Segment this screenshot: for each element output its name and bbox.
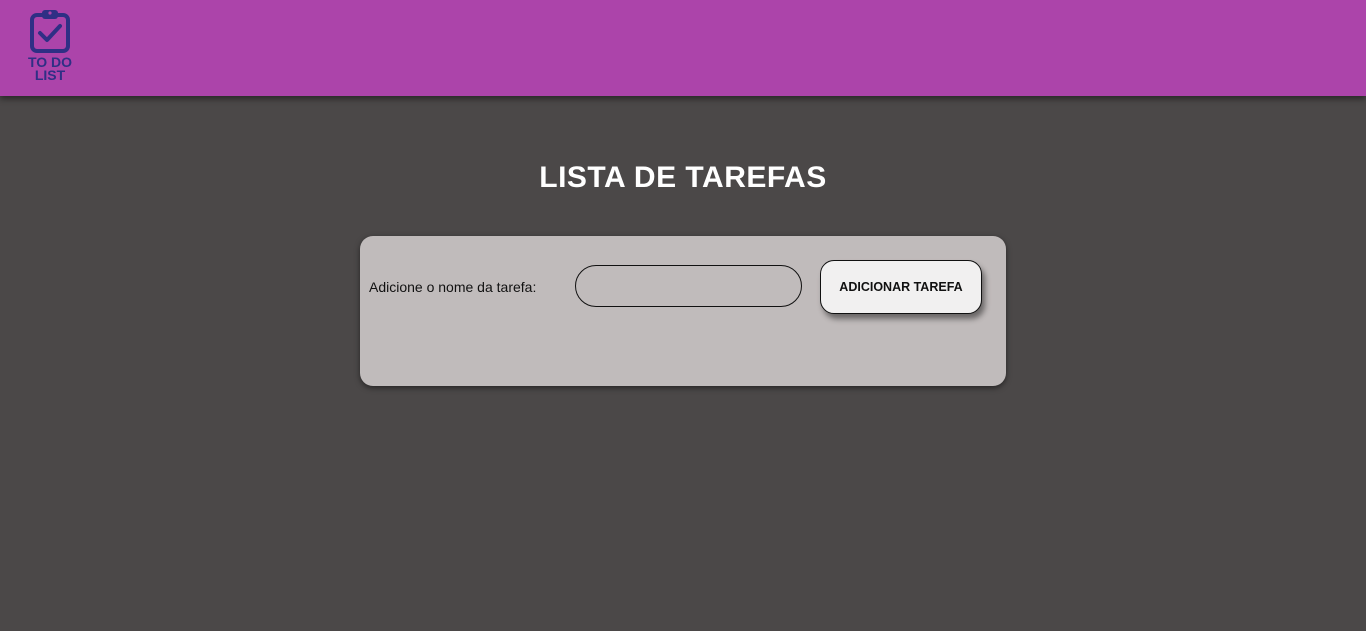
task-name-input[interactable]: [575, 265, 802, 307]
task-name-label: Adicione o nome da tarefa:: [369, 279, 537, 295]
add-task-panel: Adicione o nome da tarefa: ADICIONAR TAR…: [360, 236, 1006, 386]
logo-text: TO DO LIST: [28, 55, 72, 83]
logo-text-line2: LIST: [34, 67, 66, 83]
app-logo[interactable]: TO DO LIST: [22, 8, 78, 84]
add-task-button[interactable]: ADICIONAR TAREFA: [820, 260, 982, 314]
app-header: TO DO LIST: [0, 0, 1366, 96]
clipboard-check-icon: [28, 8, 72, 54]
page-title: LISTA DE TAREFAS: [539, 161, 827, 194]
